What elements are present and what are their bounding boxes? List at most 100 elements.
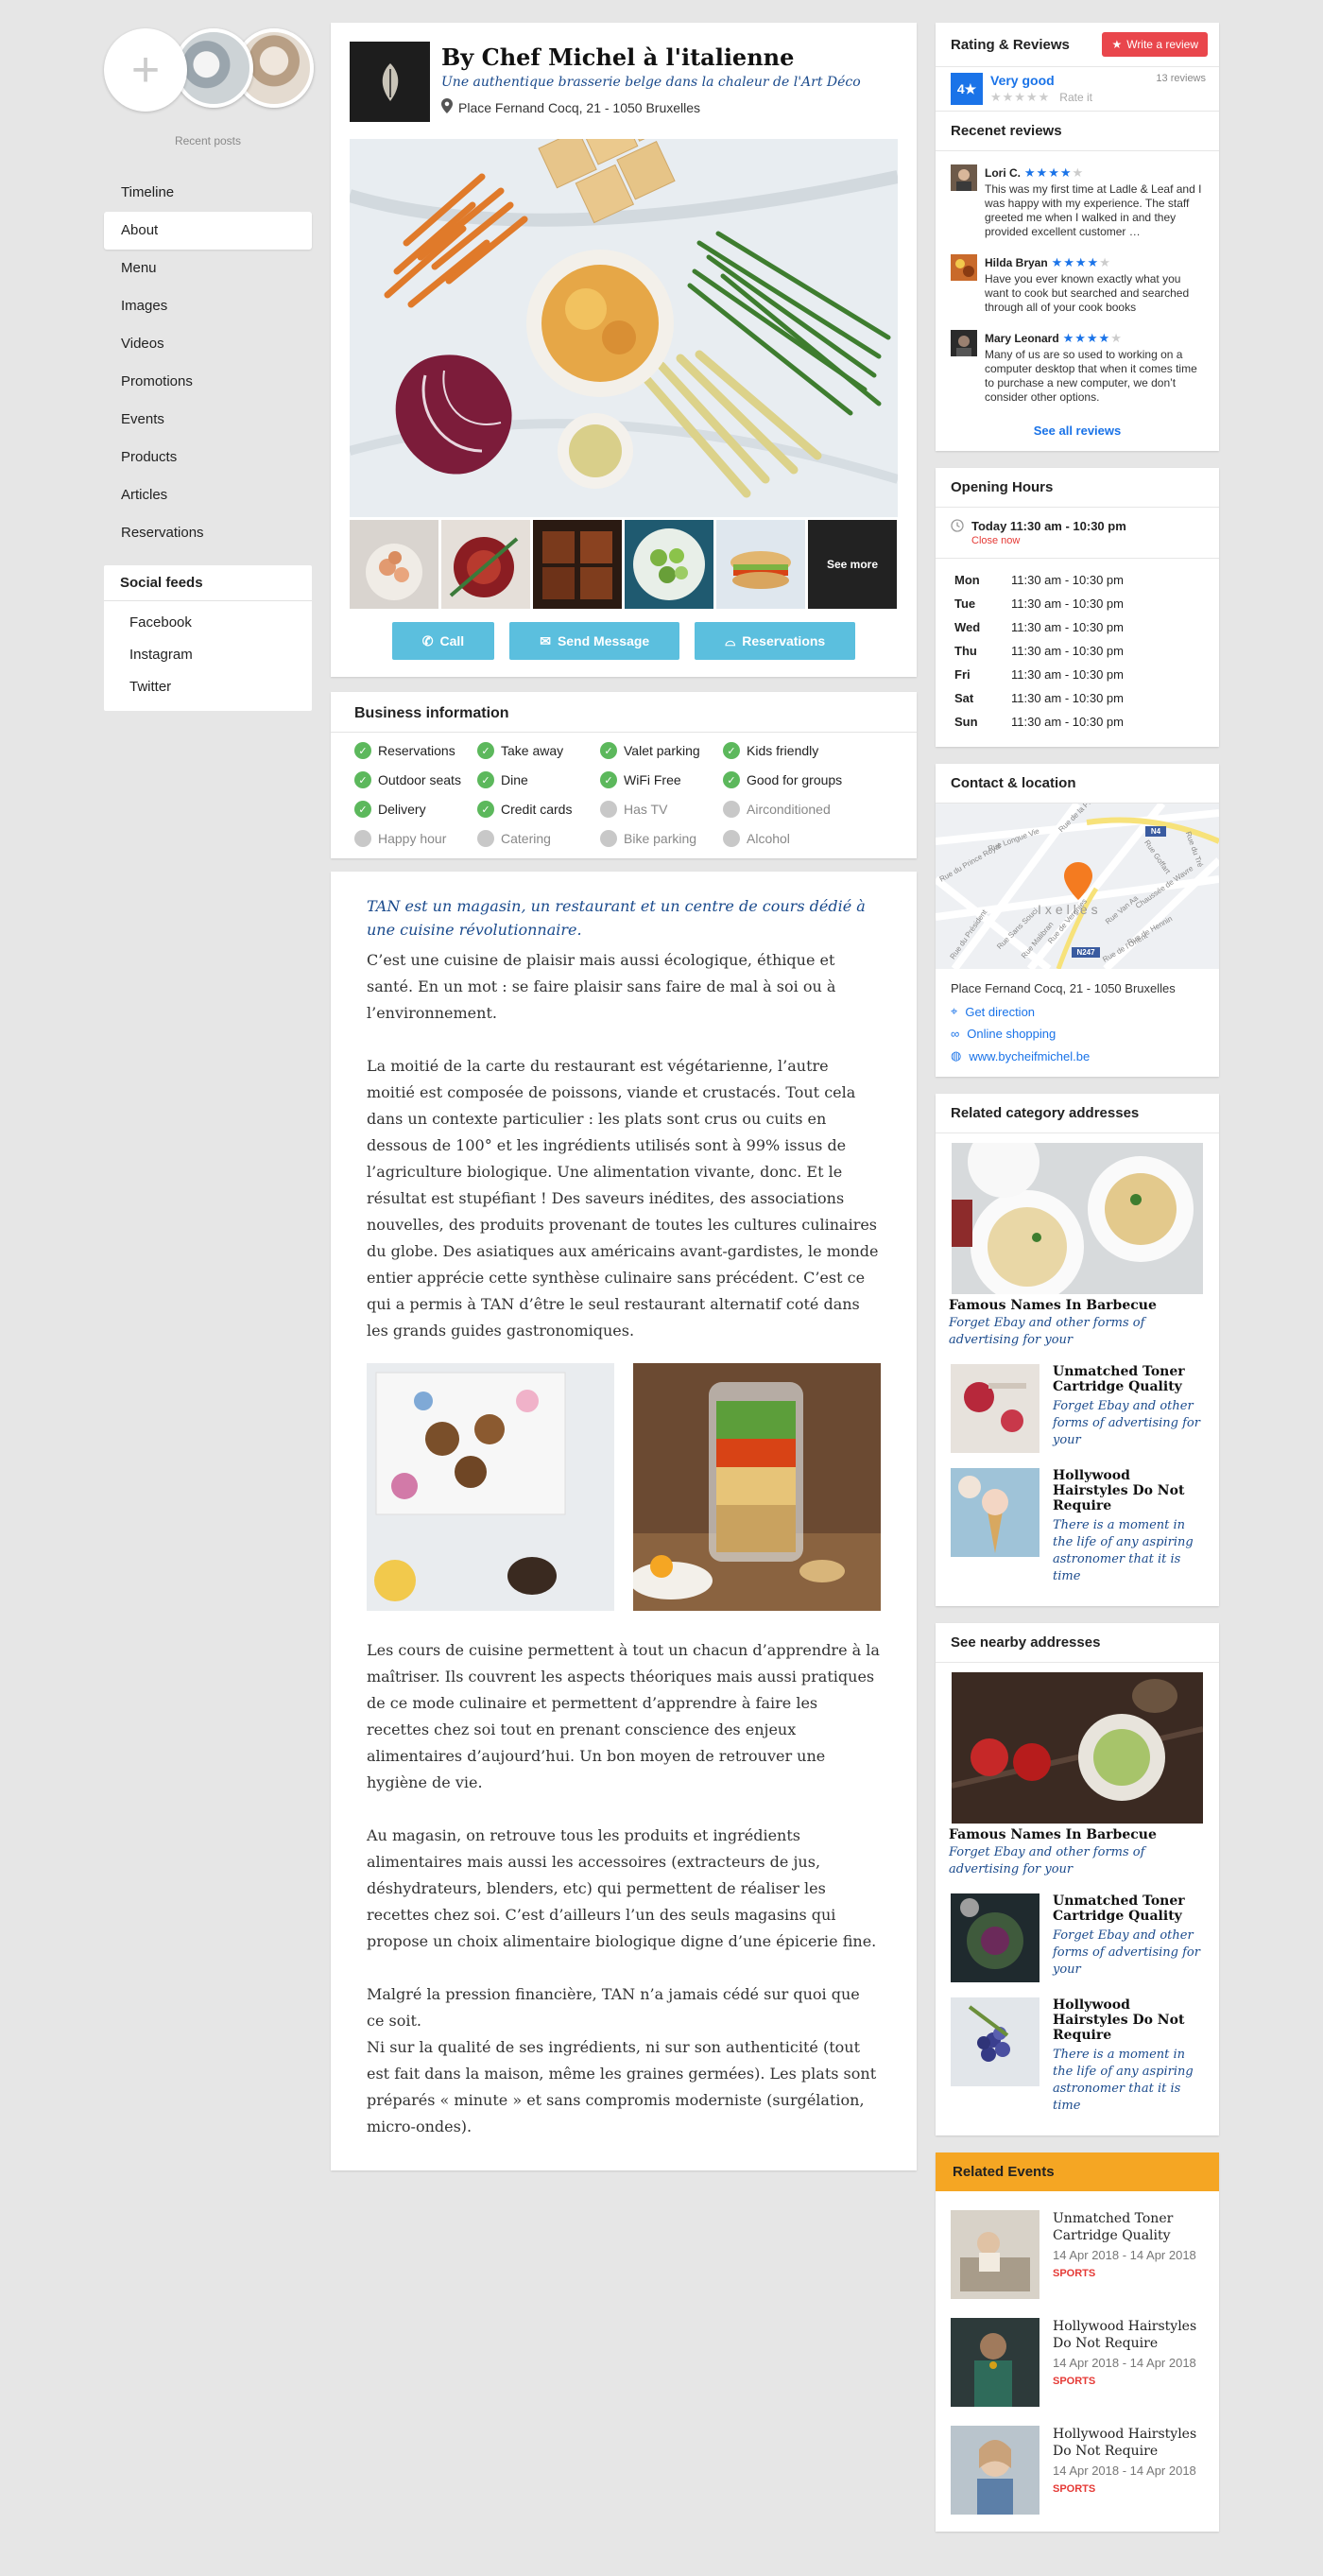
related-thumb[interactable] bbox=[951, 1468, 1040, 1557]
nearby-item-title[interactable]: Unmatched Toner Cartridge Quality bbox=[1053, 1893, 1206, 1924]
related-item-title[interactable]: Hollywood Hairstyles Do Not Require bbox=[1053, 1468, 1206, 1513]
nav-menu[interactable]: Menu bbox=[104, 250, 312, 287]
link-icon: ∞ bbox=[951, 1027, 960, 1041]
day-label: Sat bbox=[954, 691, 974, 705]
nav-articles[interactable]: Articles bbox=[104, 476, 312, 514]
feature-item: Bike parking bbox=[600, 830, 723, 847]
nav-about[interactable]: About bbox=[104, 212, 312, 250]
add-post-button[interactable]: + bbox=[104, 28, 187, 112]
related-item-title[interactable]: Unmatched Toner Cartridge Quality bbox=[1053, 1364, 1206, 1394]
nearby-featured-title[interactable]: Famous Names In Barbecue bbox=[936, 1824, 1219, 1842]
action-buttons: ✆ Call ✉ Send Message ⌓ Reservations bbox=[350, 622, 898, 660]
event-title[interactable]: Hollywood Hairstyles Do Not Require bbox=[1053, 2426, 1206, 2460]
hours-row: Mon 11:30 am - 10:30 pm bbox=[936, 568, 1219, 592]
unavailable-icon bbox=[723, 801, 740, 818]
globe-icon: ◍ bbox=[951, 1048, 962, 1063]
event-title[interactable]: Unmatched Toner Cartridge Quality bbox=[1053, 2210, 1206, 2244]
contact-location: Contact & location N4 N247 Rue du Prince… bbox=[936, 764, 1219, 1077]
day-hours: 11:30 am - 10:30 pm bbox=[1011, 667, 1124, 682]
feature-label: Kids friendly bbox=[747, 743, 819, 758]
article-image[interactable] bbox=[633, 1363, 881, 1611]
photo-thumb[interactable] bbox=[350, 520, 438, 609]
related-featured-title[interactable]: Famous Names In Barbecue bbox=[936, 1294, 1219, 1313]
check-icon: ✓ bbox=[354, 801, 371, 818]
nearby-item-title[interactable]: Hollywood Hairstyles Do Not Require bbox=[1053, 1997, 1206, 2043]
related-thumb[interactable] bbox=[951, 1364, 1040, 1453]
day-label: Sun bbox=[954, 715, 978, 729]
event-category[interactable]: SPORTS bbox=[1053, 2483, 1206, 2495]
hours-list: Mon 11:30 am - 10:30 pm Tue 11:30 am - 10:3… bbox=[936, 559, 1219, 747]
nav-reservations[interactable]: Reservations bbox=[104, 514, 312, 552]
unavailable-icon bbox=[354, 830, 371, 847]
map-district-label: Ixelles bbox=[1038, 902, 1102, 917]
event-thumb[interactable] bbox=[951, 2210, 1040, 2299]
event-date: 14 Apr 2018 - 14 Apr 2018 bbox=[1053, 2464, 1196, 2478]
day-hours: 11:30 am - 10:30 pm bbox=[1011, 644, 1124, 658]
photo-thumb[interactable] bbox=[625, 520, 713, 609]
feature-label: Reservations bbox=[378, 743, 455, 758]
website-link[interactable]: ◍ www.bycheifmichel.be bbox=[936, 1045, 1219, 1077]
event-category[interactable]: SPORTS bbox=[1053, 2268, 1206, 2279]
write-review-button[interactable]: ★ Write a review bbox=[1102, 32, 1208, 57]
photo-thumb[interactable] bbox=[441, 520, 530, 609]
nearby-featured-image[interactable] bbox=[952, 1672, 1203, 1824]
review-item: Mary Leonard ★★★★★ Many of us are so use… bbox=[936, 330, 1219, 405]
feature-label: Take away bbox=[501, 743, 564, 758]
location-map[interactable]: N4 N247 Rue du Prince Royal Rue de la Pa… bbox=[936, 804, 1219, 969]
social-feeds: Social feeds Facebook Instagram Twitter bbox=[104, 565, 312, 711]
reviewer-name[interactable]: Lori C. bbox=[985, 166, 1021, 180]
event-title[interactable]: Hollywood Hairstyles Do Not Require bbox=[1053, 2318, 1206, 2352]
nearby-thumb[interactable] bbox=[951, 1997, 1040, 2086]
social-instagram-link[interactable]: Instagram bbox=[104, 639, 312, 671]
map-pin-icon[interactable] bbox=[1064, 862, 1092, 903]
feature-item: ✓ Kids friendly bbox=[723, 742, 846, 759]
feature-item: ✓ Valet parking bbox=[600, 742, 723, 759]
related-item-desc: There is a moment in the life of any asp… bbox=[1053, 1518, 1194, 1583]
map-road-label: N247 bbox=[1076, 948, 1095, 957]
call-button[interactable]: ✆ Call bbox=[391, 622, 495, 660]
feature-label: Good for groups bbox=[747, 772, 843, 787]
event-category[interactable]: SPORTS bbox=[1053, 2376, 1206, 2387]
related-featured-image[interactable] bbox=[952, 1143, 1203, 1294]
rating-score: 4 ★ bbox=[951, 73, 983, 105]
reservations-button[interactable]: ⌓ Reservations bbox=[695, 622, 856, 660]
see-all-reviews-link[interactable]: See all reviews bbox=[936, 420, 1219, 451]
see-more-photos[interactable]: See more bbox=[808, 520, 897, 609]
check-icon: ✓ bbox=[354, 771, 371, 788]
social-twitter-link[interactable]: Twitter bbox=[104, 671, 312, 703]
nearby-thumb[interactable] bbox=[951, 1893, 1040, 1982]
nav-timeline[interactable]: Timeline bbox=[104, 174, 312, 212]
nav-products[interactable]: Products bbox=[104, 439, 312, 476]
event-thumb[interactable] bbox=[951, 2318, 1040, 2407]
related-item: Unmatched Toner Cartridge Quality Forget… bbox=[936, 1364, 1219, 1453]
feature-item: ✓ Good for groups bbox=[723, 771, 846, 788]
hero-image[interactable] bbox=[350, 139, 898, 517]
related-item-desc: Forget Ebay and other forms of advertisi… bbox=[1053, 1399, 1200, 1447]
hours-row: Thu 11:30 am - 10:30 pm bbox=[936, 639, 1219, 663]
reviewer-name[interactable]: Hilda Bryan bbox=[985, 256, 1048, 269]
rate-it-stars[interactable]: ★★★★★ bbox=[990, 90, 1050, 105]
online-shopping-link[interactable]: ∞ Online shopping bbox=[936, 1023, 1219, 1045]
event-thumb[interactable] bbox=[951, 2426, 1040, 2515]
business-info-title: Business information bbox=[331, 705, 917, 733]
social-facebook-link[interactable]: Facebook bbox=[104, 607, 312, 639]
unavailable-icon bbox=[600, 801, 617, 818]
nav-videos[interactable]: Videos bbox=[104, 325, 312, 363]
hours-row: Wed 11:30 am - 10:30 pm bbox=[936, 615, 1219, 639]
article-image[interactable] bbox=[367, 1363, 614, 1611]
location-pin-icon bbox=[441, 98, 453, 116]
nav-events[interactable]: Events bbox=[104, 401, 312, 439]
nav-promotions[interactable]: Promotions bbox=[104, 363, 312, 401]
day-label: Thu bbox=[954, 644, 977, 658]
article-paragraph: La moitié de la carte du restaurant est … bbox=[367, 1057, 879, 1340]
send-message-button[interactable]: ✉ Send Message bbox=[509, 622, 680, 660]
reviewer-name[interactable]: Mary Leonard bbox=[985, 332, 1059, 345]
nearby-title: See nearby addresses bbox=[936, 1623, 1219, 1663]
check-icon: ✓ bbox=[354, 742, 371, 759]
photo-thumb[interactable] bbox=[716, 520, 805, 609]
nav-images[interactable]: Images bbox=[104, 287, 312, 325]
get-direction-link[interactable]: ⌖ Get direction bbox=[936, 1000, 1219, 1023]
feature-label: Happy hour bbox=[378, 831, 447, 846]
business-title: By Chef Michel à l'italienne bbox=[441, 43, 795, 71]
photo-thumb[interactable] bbox=[533, 520, 622, 609]
